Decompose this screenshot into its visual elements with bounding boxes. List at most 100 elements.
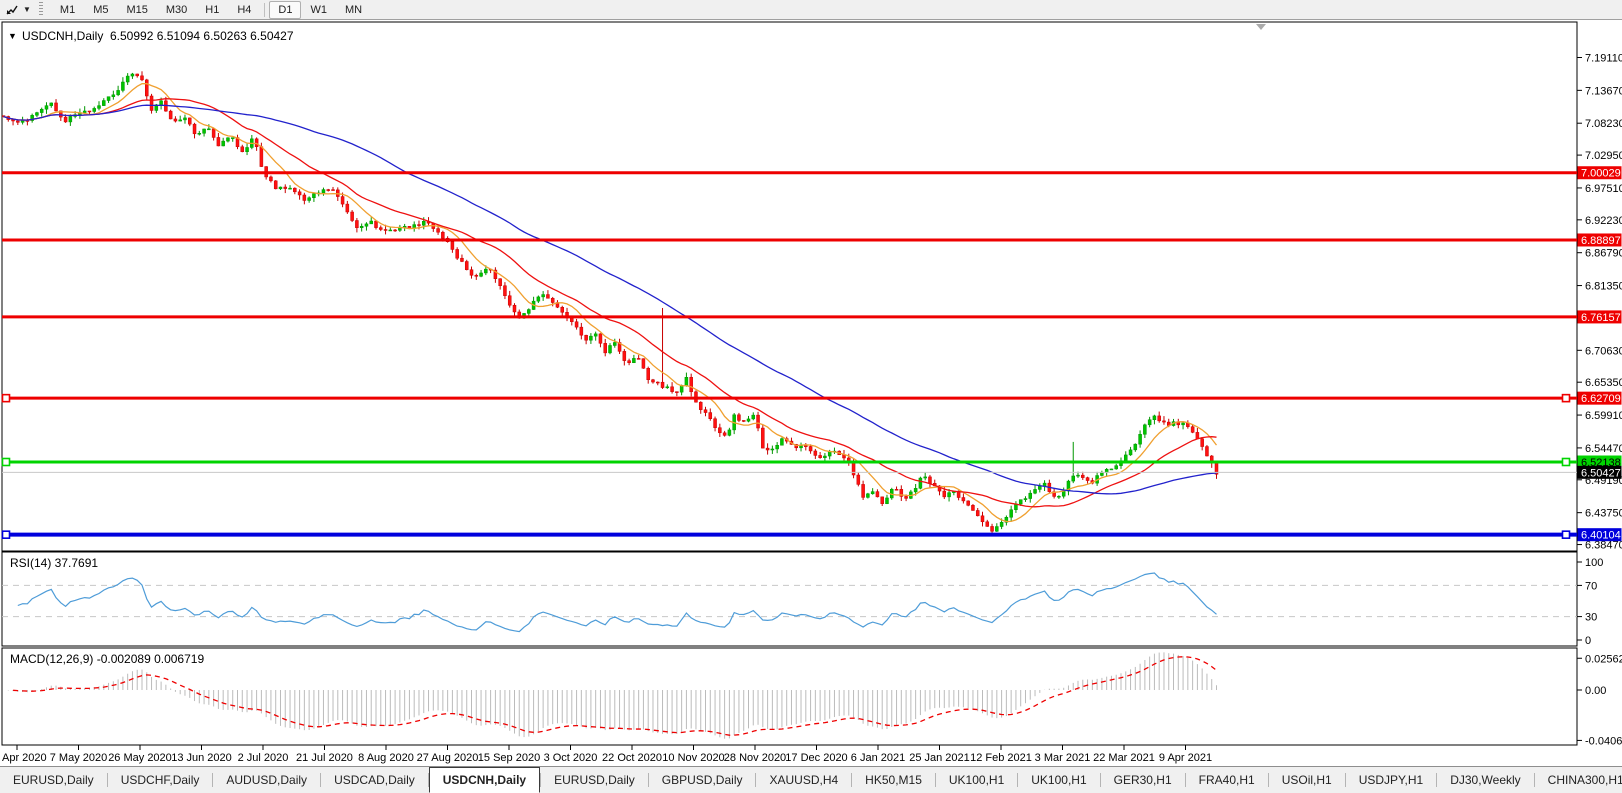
hline-handle-right[interactable] — [1563, 395, 1570, 402]
hline-handle-left[interactable] — [3, 531, 10, 538]
price-tick-label: 7.08230 — [1585, 118, 1622, 130]
chart-tab-uk100-h1[interactable]: UK100,H1 — [1018, 767, 1099, 793]
date-tick-label: 17 Dec 2020 — [785, 752, 847, 764]
dropdown-caret-icon[interactable]: ▼ — [23, 5, 31, 14]
price-tick-label: 6.81350 — [1585, 281, 1622, 293]
date-tick-label: 3 Oct 2020 — [544, 752, 598, 764]
chart-tab-gbpusd-daily[interactable]: GBPUSD,Daily — [649, 767, 756, 793]
price-tick-label: 7.02950 — [1585, 150, 1622, 162]
toolbar-separator — [264, 3, 265, 17]
chart-tab-usdjpy-h1[interactable]: USDJPY,H1 — [1346, 767, 1436, 793]
date-tick-label: 15 Sep 2020 — [478, 752, 540, 764]
timeframe-button-m15[interactable]: M15 — [117, 1, 156, 19]
date-tick-label: 21 Jul 2020 — [296, 752, 353, 764]
rsi-level-label: 100 — [1585, 557, 1603, 569]
timeframe-button-w1[interactable]: W1 — [301, 1, 336, 19]
price-chart-canvas[interactable]: 7.19110 7.13670 7.08230 7.02950 6.97510 6.922… — [0, 21, 1622, 766]
price-tick-label: 7.13670 — [1585, 85, 1622, 97]
chart-tab-audusd-daily[interactable]: AUDUSD,Daily — [213, 767, 320, 793]
chart-tab-ger30-h1[interactable]: GER30,H1 — [1101, 767, 1185, 793]
macd-indicator-label: MACD(12,26,9) -0.002089 0.006719 — [10, 652, 204, 666]
date-tick-label: 22 Mar 2021 — [1093, 752, 1155, 764]
price-tag-label: 6.76157 — [1581, 312, 1621, 324]
date-axis: 18 Apr 20207 May 202026 May 202013 Jun 2… — [0, 745, 1212, 764]
timeframe-button-m30[interactable]: M30 — [157, 1, 196, 19]
chart-tab-dj30-weekly[interactable]: DJ30,Weekly — [1437, 767, 1533, 793]
chart-tab-usdcnh-daily[interactable]: USDCNH,Daily — [429, 767, 540, 793]
chart-tab-fra40-h1[interactable]: FRA40,H1 — [1186, 767, 1268, 793]
timeframe-button-mn[interactable]: MN — [336, 1, 371, 19]
toolbar-grip — [39, 2, 43, 17]
date-tick-label: 6 Jan 2021 — [851, 752, 905, 764]
chart-scroll-icon — [5, 3, 19, 17]
timeframe-button-h1[interactable]: H1 — [196, 1, 228, 19]
price-tag-label: 6.40104 — [1581, 530, 1621, 542]
date-tick-label: 3 Mar 2021 — [1035, 752, 1091, 764]
rsi-pane — [2, 552, 1577, 646]
price-tick-label: 6.59910 — [1585, 410, 1622, 422]
hline-handle-left[interactable] — [3, 395, 10, 402]
hline-handle-right[interactable] — [1563, 459, 1570, 466]
chart-title-row: ▼ USDCNH,Daily 6.50992 6.51094 6.50263 6.5… — [8, 29, 294, 43]
price-tick-label: 6.43750 — [1585, 508, 1622, 520]
chart-tab-eurusd-daily[interactable]: EURUSD,Daily — [0, 767, 107, 793]
macd-axis: 0.025623 0.00 -0.040687 — [1577, 653, 1622, 747]
price-tag-label: 6.88897 — [1581, 235, 1621, 247]
chart-tab-xauusd-h4[interactable]: XAUUSD,H4 — [756, 767, 851, 793]
chart-tab-hk50-m15[interactable]: HK50,M15 — [852, 767, 935, 793]
rsi-indicator-label: RSI(14) 37.7691 — [10, 556, 98, 570]
rsi-level-label: 0 — [1585, 635, 1591, 647]
timeframe-button-d1[interactable]: D1 — [269, 1, 301, 19]
price-tag-label: 6.50427 — [1581, 467, 1621, 479]
date-tick-label: 10 Nov 2020 — [662, 752, 724, 764]
date-tick-label: 9 Apr 2021 — [1159, 752, 1212, 764]
date-tick-label: 8 Aug 2020 — [358, 752, 414, 764]
price-tick-label: 6.65350 — [1585, 377, 1622, 389]
timeframe-toolbar: M1M5M15M30H1H4 D1W1MN — [51, 1, 371, 19]
chart-scroll-tool-button[interactable]: ▼ — [3, 1, 33, 19]
timeframe-button-h4[interactable]: H4 — [228, 1, 260, 19]
hline-handle-left[interactable] — [3, 459, 10, 466]
macd-pane — [2, 648, 1577, 745]
date-tick-label: 18 Apr 2020 — [0, 752, 47, 764]
macd-level-label: 0.00 — [1585, 685, 1606, 697]
date-tick-label: 7 May 2020 — [50, 752, 107, 764]
price-tick-label: 6.97510 — [1585, 183, 1622, 195]
date-tick-label: 28 Nov 2020 — [724, 752, 786, 764]
price-tick-label: 6.70630 — [1585, 345, 1622, 357]
price-tag-label: 6.62709 — [1581, 393, 1621, 405]
macd-level-label: 0.025623 — [1585, 653, 1622, 665]
date-tick-label: 25 Jan 2021 — [909, 752, 970, 764]
macd-level-label: -0.040687 — [1585, 735, 1622, 747]
top-toolbar: ▼ M1M5M15M30H1H4 D1W1MN — [0, 0, 1622, 20]
date-tick-label: 22 Oct 2020 — [602, 752, 662, 764]
timeframe-button-m5[interactable]: M5 — [84, 1, 117, 19]
date-tick-label: 12 Feb 2021 — [970, 752, 1032, 764]
chart-tab-eurusd-daily[interactable]: EURUSD,Daily — [541, 767, 648, 793]
chart-window[interactable]: 7.19110 7.13670 7.08230 7.02950 6.97510 6.922… — [0, 21, 1622, 766]
price-tick-label: 6.86790 — [1585, 248, 1622, 260]
timeframe-button-m1[interactable]: M1 — [51, 1, 84, 19]
chart-tab-usdcad-daily[interactable]: USDCAD,Daily — [321, 767, 428, 793]
date-tick-label: 2 Jul 2020 — [238, 752, 289, 764]
date-tick-label: 13 Jun 2020 — [171, 752, 232, 764]
price-tick-label: 6.54470 — [1585, 443, 1622, 455]
chart-tabs: EURUSD,DailyUSDCHF,DailyAUDUSD,DailyUSDC… — [0, 767, 1622, 793]
date-tick-label: 26 May 2020 — [108, 752, 172, 764]
price-tick-label: 7.19110 — [1585, 52, 1622, 64]
rsi-level-label: 70 — [1585, 580, 1597, 592]
chart-title-caret-icon[interactable]: ▼ — [8, 31, 17, 41]
chart-tab-usdchf-daily[interactable]: USDCHF,Daily — [108, 767, 213, 793]
chart-tab-bar: EURUSD,DailyUSDCHF,DailyAUDUSD,DailyUSDC… — [0, 766, 1622, 793]
chart-tab-uk100-h1[interactable]: UK100,H1 — [936, 767, 1017, 793]
rsi-level-label: 30 — [1585, 612, 1597, 624]
chart-tab-usoil-h1[interactable]: USOil,H1 — [1269, 767, 1345, 793]
hline-handle-right[interactable] — [1563, 531, 1570, 538]
rsi-axis: 100 70 30 0 — [1577, 557, 1603, 647]
chart-tab-china300-h1[interactable]: CHINA300,H1 — [1535, 767, 1622, 793]
chart-title-symbol: USDCNH,Daily — [22, 29, 103, 43]
chart-title-ohlc: 6.50992 6.51094 6.50263 6.50427 — [110, 29, 294, 43]
main-price-pane — [2, 22, 1577, 551]
date-tick-label: 27 Aug 2020 — [417, 752, 479, 764]
price-tick-label: 6.92230 — [1585, 215, 1622, 227]
